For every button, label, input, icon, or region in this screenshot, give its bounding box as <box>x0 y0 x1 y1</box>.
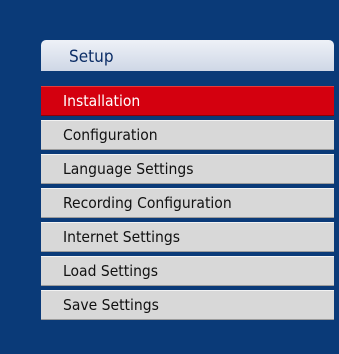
menu-item-language-settings[interactable]: Language Settings <box>41 154 334 184</box>
menu-item-save-settings[interactable]: Save Settings <box>41 290 334 320</box>
menu-item-internet-settings[interactable]: Internet Settings <box>41 222 334 252</box>
menu-title: Setup <box>41 40 334 71</box>
setup-menu-panel: Setup Installation Configuration Languag… <box>38 40 337 348</box>
menu-item-configuration[interactable]: Configuration <box>41 120 334 150</box>
setup-menu-list: Installation Configuration Language Sett… <box>41 86 334 324</box>
menu-item-installation[interactable]: Installation <box>41 86 334 116</box>
menu-item-recording-configuration[interactable]: Recording Configuration <box>41 188 334 218</box>
menu-item-load-settings[interactable]: Load Settings <box>41 256 334 286</box>
